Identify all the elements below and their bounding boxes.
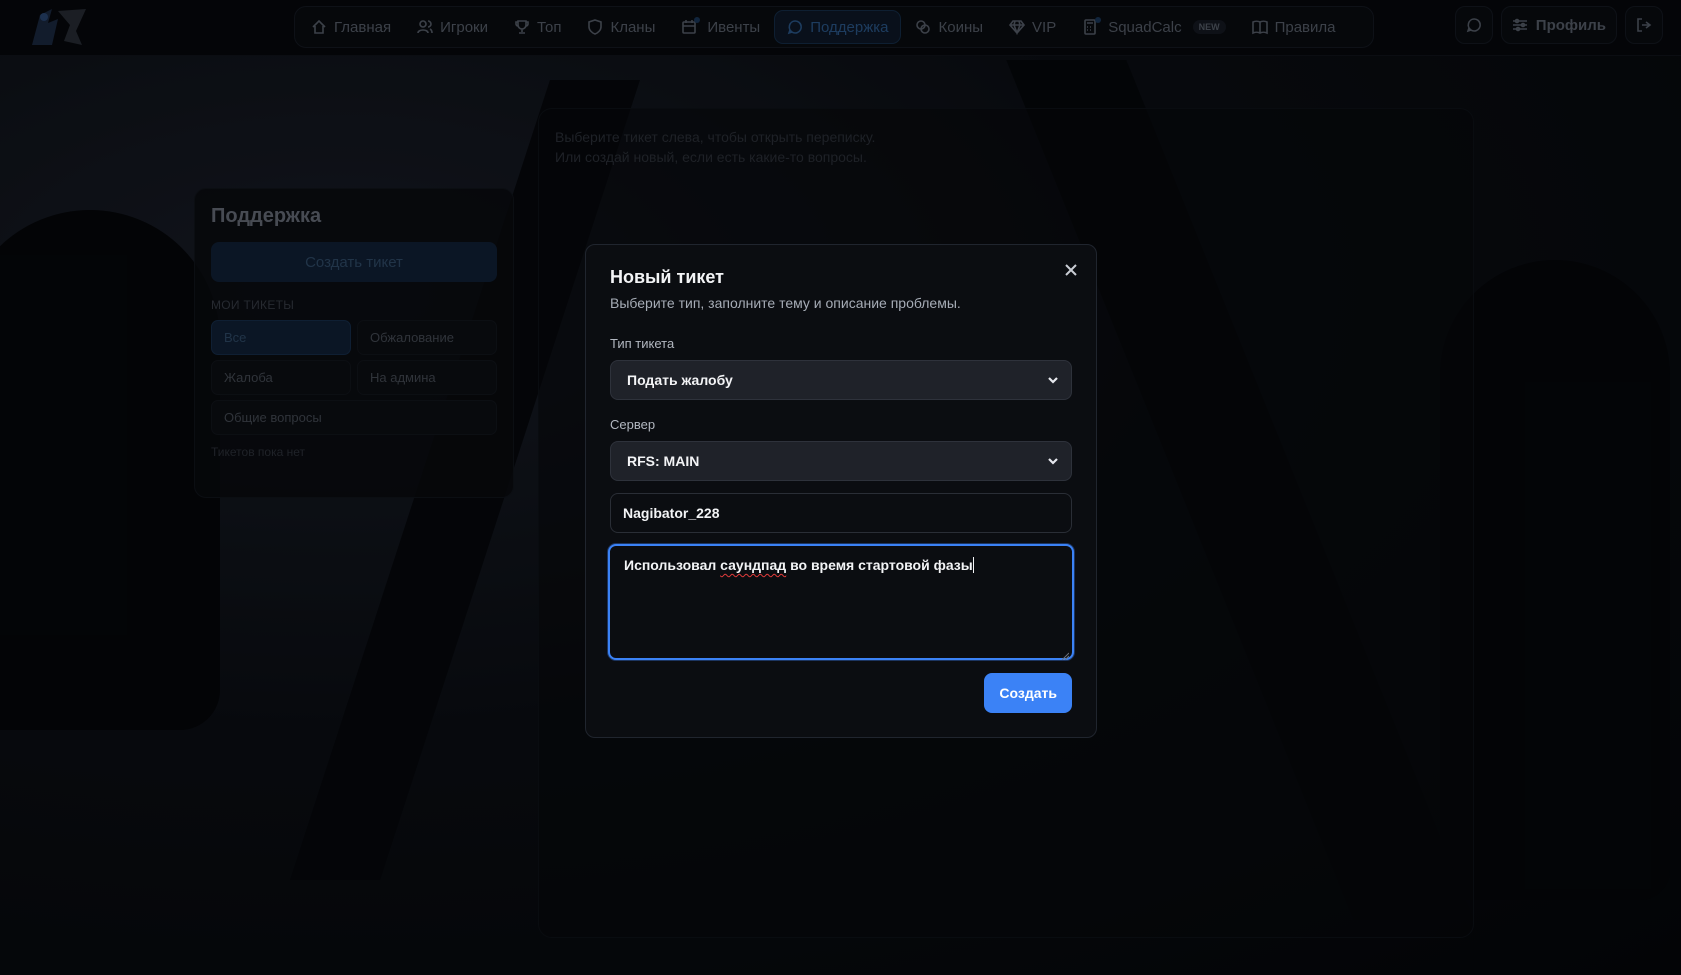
ticket-type-select[interactable]: Подать жалобу bbox=[610, 360, 1072, 400]
close-icon bbox=[1065, 264, 1077, 276]
chevron-down-icon bbox=[1048, 458, 1058, 465]
resize-handle[interactable] bbox=[1061, 647, 1070, 661]
nickname-value: Nagibator_228 bbox=[623, 505, 720, 521]
server-value: RFS: MAIN bbox=[627, 453, 700, 469]
close-button[interactable] bbox=[1062, 261, 1080, 279]
text-caret bbox=[972, 557, 974, 573]
modal-subtitle: Выберите тип, заполните тему и описание … bbox=[610, 295, 961, 311]
ticket-type-value: Подать жалобу bbox=[627, 372, 733, 388]
description-text-end: во время стартовой фазы bbox=[786, 557, 973, 573]
description-text-start: Использовал bbox=[624, 557, 721, 573]
nickname-input[interactable]: Nagibator_228 bbox=[610, 493, 1072, 533]
ticket-type-label: Тип тикета bbox=[610, 336, 675, 351]
server-label: Сервер bbox=[610, 417, 656, 432]
new-ticket-modal: Новый тикет Выберите тип, заполните тему… bbox=[585, 244, 1097, 738]
modal-footer: Создать bbox=[610, 673, 1072, 713]
create-button[interactable]: Создать bbox=[984, 673, 1072, 713]
server-select[interactable]: RFS: MAIN bbox=[610, 441, 1072, 481]
modal-title: Новый тикет bbox=[610, 267, 724, 287]
description-textarea[interactable]: Использовал саундпад во время стартовой … bbox=[608, 544, 1074, 661]
chevron-down-icon bbox=[1048, 377, 1058, 384]
description-misspelled-word: саундпад bbox=[720, 557, 787, 573]
resize-grip-icon bbox=[1061, 652, 1070, 661]
